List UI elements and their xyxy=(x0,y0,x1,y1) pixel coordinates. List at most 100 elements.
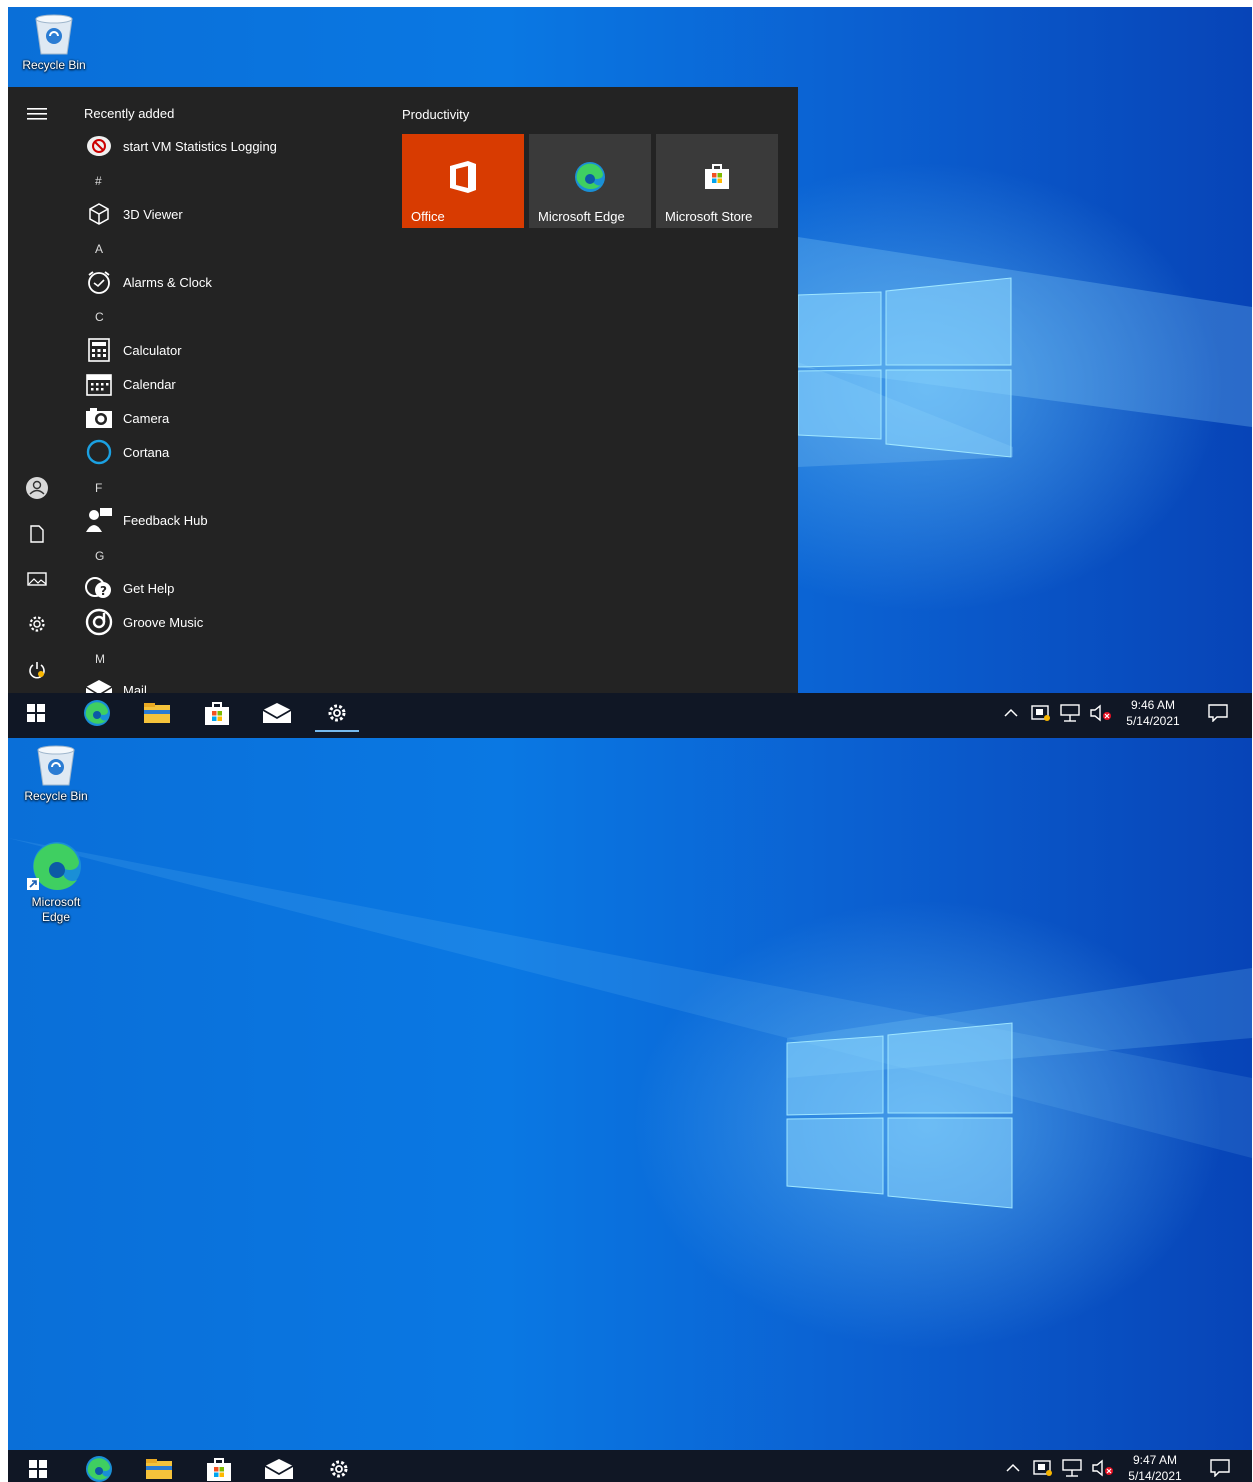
app-calculator[interactable]: Calculator xyxy=(84,335,182,365)
edge-desktop-shortcut[interactable]: Microsoft Edge xyxy=(18,840,94,925)
edge-label-line1: Microsoft xyxy=(31,895,81,909)
taskbar-settings-button[interactable] xyxy=(313,1450,365,1482)
edge-icon xyxy=(84,700,110,726)
show-hidden-icons-button[interactable] xyxy=(1000,1450,1026,1482)
edge-icon xyxy=(575,162,605,192)
tray-volume[interactable] xyxy=(1087,693,1115,733)
recycle-bin-label: Recycle Bin xyxy=(24,789,88,803)
camera-icon xyxy=(86,408,112,428)
tile-group-header: Productivity xyxy=(402,107,470,122)
hamburger-menu-button[interactable] xyxy=(22,99,52,129)
chevron-up-icon xyxy=(1006,1463,1020,1472)
settings-icon xyxy=(328,704,346,722)
settings-button[interactable] xyxy=(22,609,52,639)
app-camera[interactable]: Camera xyxy=(84,403,169,433)
letter-header-a[interactable]: A xyxy=(95,242,103,256)
taskbar: 9:47 AM 5/14/2021 xyxy=(8,1450,1252,1482)
start-button[interactable] xyxy=(12,1450,64,1482)
tray-network[interactable] xyxy=(1059,1450,1087,1482)
windows-start-icon xyxy=(29,1460,47,1478)
volume-muted-icon xyxy=(1090,704,1111,722)
store-icon xyxy=(207,1458,231,1481)
letter-header-c[interactable]: C xyxy=(95,310,104,324)
action-center-button[interactable] xyxy=(1204,693,1232,733)
feedback-hub-icon xyxy=(86,508,112,532)
clock-time: 9:47 AM xyxy=(1132,1453,1178,1467)
recycle-bin-shortcut[interactable]: Recycle Bin xyxy=(16,13,92,73)
letter-header-f[interactable]: F xyxy=(95,481,102,495)
recycle-bin-icon xyxy=(35,14,73,55)
taskbar-edge-button[interactable] xyxy=(73,1450,125,1482)
hamburger-icon xyxy=(27,108,47,120)
notification-icon xyxy=(1210,1459,1230,1477)
tray-vm-tools[interactable] xyxy=(1029,1450,1057,1482)
taskbar-clock[interactable]: 9:46 AM 5/14/2021 xyxy=(1113,697,1193,729)
pictures-button[interactable] xyxy=(22,564,52,594)
taskbar-edge-button[interactable] xyxy=(71,693,123,733)
taskbar-file-explorer-button[interactable] xyxy=(133,1450,185,1482)
recycle-bin-shortcut[interactable]: Recycle Bin xyxy=(18,744,94,804)
action-center-button[interactable] xyxy=(1206,1450,1234,1482)
calendar-icon xyxy=(86,374,112,396)
taskbar-store-button[interactable] xyxy=(193,1450,245,1482)
app-label: Alarms & Clock xyxy=(123,274,212,290)
svg-text:?: ? xyxy=(100,584,107,598)
app-feedback-hub[interactable]: Feedback Hub xyxy=(84,505,208,535)
letter-header-g[interactable]: G xyxy=(95,549,104,563)
app-calendar[interactable]: Calendar xyxy=(84,369,176,399)
taskbar-mail-button[interactable] xyxy=(253,1450,305,1482)
app-3d-viewer[interactable]: 3D Viewer xyxy=(84,199,183,229)
windows-start-icon xyxy=(27,704,45,722)
tray-network[interactable] xyxy=(1057,693,1085,733)
tray-vm-tools[interactable] xyxy=(1027,693,1055,733)
documents-button[interactable] xyxy=(22,519,52,549)
taskbar-file-explorer-button[interactable] xyxy=(131,693,183,733)
recently-added-header: Recently added xyxy=(84,106,175,121)
tile-microsoft-store[interactable]: Microsoft Store xyxy=(656,134,778,228)
get-help-icon: ? xyxy=(85,577,111,598)
app-label: 3D Viewer xyxy=(123,206,183,222)
taskbar-settings-button[interactable] xyxy=(311,693,363,733)
app-label: Groove Music xyxy=(123,614,204,630)
mail-icon xyxy=(85,680,113,693)
power-button[interactable] xyxy=(22,655,52,685)
cortana-icon xyxy=(86,439,112,465)
clock-time: 9:46 AM xyxy=(1130,698,1176,712)
app-label: Calculator xyxy=(123,342,182,358)
app-label: Mail xyxy=(123,682,147,694)
alarm-clock-icon xyxy=(88,271,110,294)
app-cortana[interactable]: Cortana xyxy=(84,437,169,467)
app-label: Cortana xyxy=(123,444,170,460)
show-hidden-icons-button[interactable] xyxy=(998,693,1024,733)
taskbar-clock[interactable]: 9:47 AM 5/14/2021 xyxy=(1115,1452,1195,1482)
app-label: Feedback Hub xyxy=(123,512,208,528)
app-label: Camera xyxy=(123,410,170,426)
taskbar-mail-button[interactable] xyxy=(251,693,303,733)
letter-header-m[interactable]: M xyxy=(95,652,105,666)
app-alarms-clock[interactable]: Alarms & Clock xyxy=(84,267,212,297)
wallpaper xyxy=(8,738,1252,1482)
pictures-icon xyxy=(27,572,47,586)
clock-date: 5/14/2021 xyxy=(1126,714,1180,728)
app-groove-music[interactable]: Groove Music xyxy=(84,607,203,637)
letter-header-hash[interactable]: # xyxy=(95,174,102,188)
clock-date: 5/14/2021 xyxy=(1128,1469,1182,1482)
user-account-button[interactable] xyxy=(22,473,52,503)
taskbar-store-button[interactable] xyxy=(191,693,243,733)
app-get-help[interactable]: ? Get Help xyxy=(84,573,174,603)
app-start-vm-statistics-logging[interactable]: start VM Statistics Logging xyxy=(84,131,277,161)
tile-office[interactable]: Office xyxy=(402,134,524,228)
recycle-bin-icon xyxy=(37,745,75,786)
volume-muted-icon xyxy=(1092,1459,1113,1477)
mail-icon xyxy=(262,703,292,723)
document-icon xyxy=(30,525,44,543)
groove-music-icon xyxy=(85,608,113,636)
app-mail[interactable]: Mail xyxy=(84,675,147,693)
tray-volume[interactable] xyxy=(1089,1450,1117,1482)
start-button[interactable] xyxy=(10,693,62,733)
tile-microsoft-edge[interactable]: Microsoft Edge xyxy=(529,134,651,228)
office-icon xyxy=(450,161,476,193)
vm-tools-icon xyxy=(1031,705,1050,721)
recycle-bin-label: Recycle Bin xyxy=(22,58,86,72)
app-label: Calendar xyxy=(123,376,176,392)
